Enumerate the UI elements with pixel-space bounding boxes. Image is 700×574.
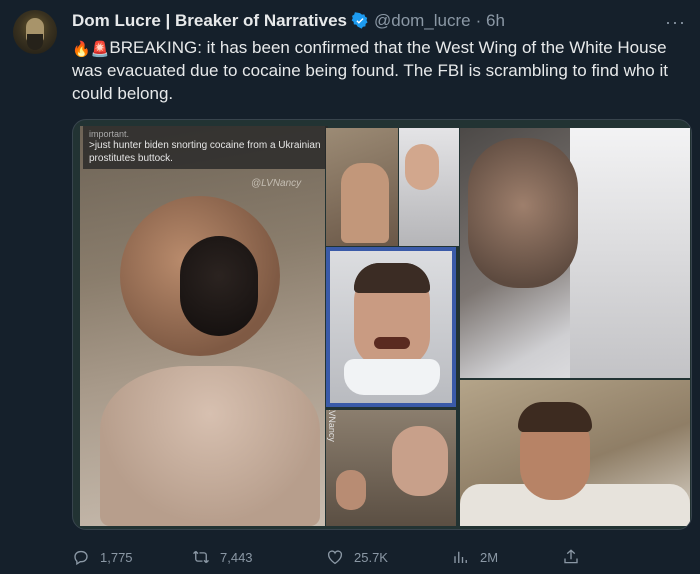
photo-hair <box>518 402 592 432</box>
retweet-count: 7,443 <box>220 549 253 565</box>
photo-sheet <box>570 128 690 378</box>
tweet-time[interactable]: · 6h <box>476 11 505 31</box>
tweet-media[interactable]: important. >just hunter biden snorting c… <box>72 119 692 530</box>
tweet-actions: 1,775 7,443 25.7K 2M <box>72 545 612 569</box>
media-photo-center <box>326 247 456 407</box>
more-options-icon[interactable]: ··· <box>665 12 686 33</box>
like-icon <box>327 550 343 565</box>
like-count: 25.7K <box>354 549 388 565</box>
media-photo-right-bottom <box>460 380 690 526</box>
share-button[interactable] <box>562 545 590 569</box>
share-icon <box>564 549 578 564</box>
retweet-button[interactable]: 7,443 <box>192 545 253 569</box>
side-watermark: LVNancy <box>327 410 337 442</box>
photo-inner <box>330 251 452 403</box>
photo-blurred-region <box>100 366 320 526</box>
reply-count: 1,775 <box>100 549 133 565</box>
media-photo-right-top <box>460 128 690 378</box>
views-count: 2M <box>480 549 499 565</box>
tweet-text: 🔥🚨BREAKING: it has been confirmed that t… <box>72 36 694 105</box>
fire-emoji: 🔥 <box>72 41 91 58</box>
reply-button[interactable]: 1,775 <box>72 545 133 569</box>
photo-mouth <box>374 337 410 349</box>
avatar-beard <box>27 34 43 50</box>
media-photo-2 <box>326 128 398 246</box>
retweet-icon <box>193 550 209 564</box>
like-button[interactable]: 25.7K <box>326 545 388 569</box>
photo-figure <box>341 163 389 243</box>
media-photo-bottom-center: LVNancy <box>326 410 456 526</box>
photo-face <box>392 426 448 496</box>
photo-mask <box>344 359 440 395</box>
photo-face <box>405 144 439 190</box>
views-icon <box>454 551 467 563</box>
photo-head <box>180 236 258 336</box>
verified-badge-icon <box>351 12 368 29</box>
media-caption: important. >just hunter biden snorting c… <box>83 126 328 169</box>
caption-line-1: >just hunter biden snorting cocaine from… <box>89 140 321 164</box>
photo-face <box>468 138 578 288</box>
reply-icon <box>74 550 88 566</box>
avatar[interactable] <box>13 10 57 54</box>
media-watermark: @LVNancy <box>251 178 302 189</box>
photo-hair-top <box>354 263 430 293</box>
author-handle[interactable]: @dom_lucre <box>374 11 471 31</box>
siren-emoji: 🚨 <box>90 41 110 58</box>
caption-line-0: important. <box>89 129 130 139</box>
tweet-header: Dom Lucre | Breaker of Narratives @dom_l… <box>72 10 505 32</box>
tweet-body: BREAKING: it has been confirmed that the… <box>72 38 668 103</box>
views-button[interactable]: 2M <box>452 545 498 569</box>
photo-face-small <box>336 470 366 510</box>
media-photo-3 <box>399 128 459 246</box>
tweet[interactable]: Dom Lucre | Breaker of Narratives @dom_l… <box>0 0 700 574</box>
author-name[interactable]: Dom Lucre | Breaker of Narratives <box>72 11 347 31</box>
